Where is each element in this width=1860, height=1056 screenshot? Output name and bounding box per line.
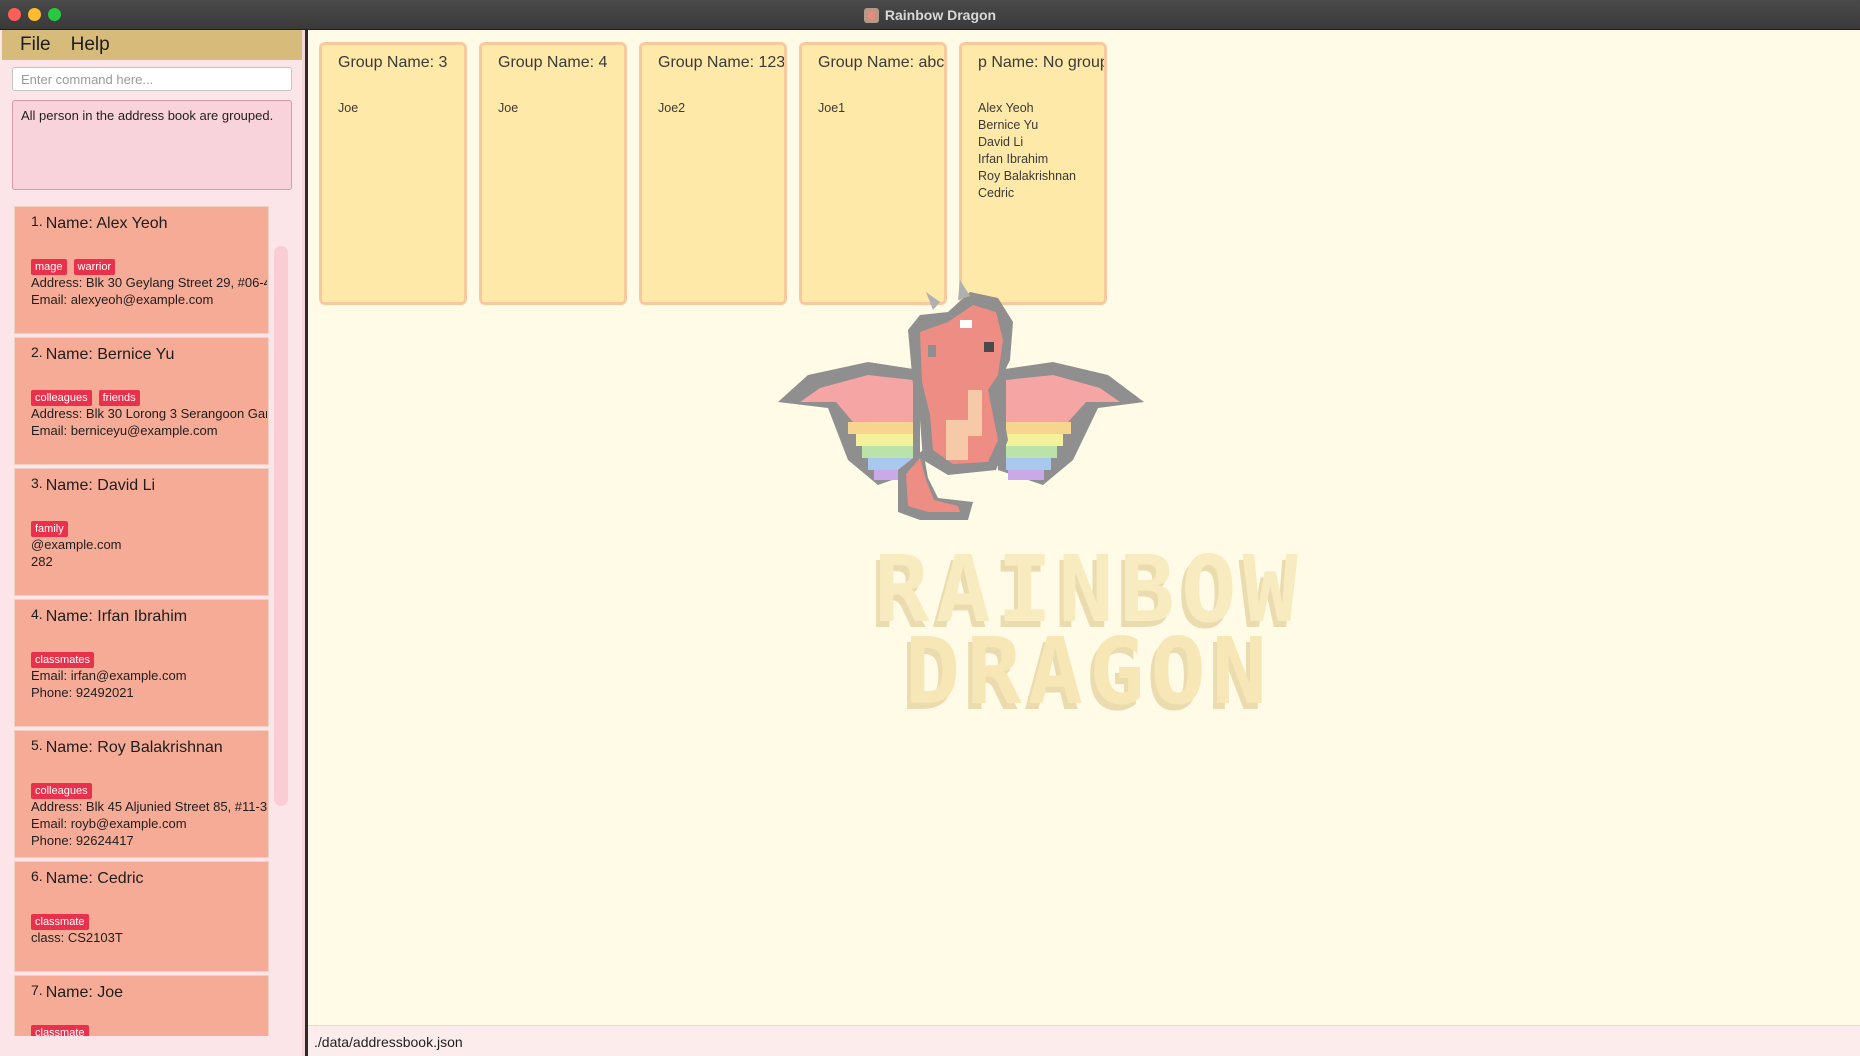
person-tags: mage warrior: [31, 259, 116, 275]
person-card[interactable]: 1. Name: Alex Yeoh mage warrior Address: Blk…: [14, 206, 269, 334]
person-card[interactable]: 7. Name: Joe classmate: [14, 975, 269, 1036]
person-index: 1.: [31, 213, 43, 229]
person-name: 4. Name: Irfan Ibrahim: [31, 606, 188, 626]
result-message: All person in the address book are group…: [21, 108, 274, 123]
person-name-text: Name: Joe: [45, 984, 124, 1001]
menu-file[interactable]: File: [20, 34, 51, 56]
person-tags: colleagues friends: [31, 390, 140, 406]
person-name-text: Name: Irfan Ibrahim: [45, 608, 188, 625]
menu-help[interactable]: Help: [71, 34, 110, 56]
person-detail: 282: [31, 554, 53, 569]
menu-bar: File Help: [2, 30, 302, 60]
person-list-scrollbar[interactable]: [274, 246, 288, 806]
app-icon: [863, 7, 879, 23]
right-wing-icon: [998, 362, 1144, 485]
person-detail: Address: Blk 30 Lorong 3 Serangoon Garde…: [31, 406, 267, 421]
save-location: ./data/addressbook.json: [314, 1034, 463, 1050]
result-display: All person in the address book are group…: [12, 100, 292, 190]
tag-badge: classmates: [31, 652, 95, 668]
person-tags: classmate: [31, 1025, 89, 1036]
rainbow-dragon-logo: RAINBOW RAINBOW DRAGON DRAGON: [778, 280, 1298, 731]
person-name: 1. Name: Alex Yeoh: [31, 213, 168, 233]
person-detail: Email: irfan@example.com: [31, 668, 187, 683]
person-detail: Phone: 92492021: [31, 685, 134, 700]
person-index: 7.: [31, 982, 43, 998]
person-name-text: Name: Alex Yeoh: [45, 215, 168, 232]
person-name-text: Name: David Li: [45, 477, 156, 494]
window-title: Rainbow Dragon: [884, 7, 997, 23]
person-detail: Address: Blk 30 Geylang Street 29, #06-4…: [31, 275, 267, 290]
person-card[interactable]: 5. Name: Roy Balakrishnan colleagues Addres…: [14, 730, 269, 858]
person-detail: Email: berniceyu@example.com: [31, 423, 218, 438]
status-bar: ./data/addressbook.json: [308, 1025, 1860, 1056]
person-name: 6. Name: Cedric: [31, 868, 144, 888]
person-index: 2.: [31, 344, 43, 360]
person-detail: Address: Blk 45 Aljunied Street 85, #11-…: [31, 799, 267, 814]
person-tags: family: [31, 521, 68, 537]
person-name-text: Name: Bernice Yu: [45, 346, 175, 363]
person-card[interactable]: 4. Name: Irfan Ibrahim classmates Email: ir…: [14, 599, 269, 727]
left-wing-icon: [778, 362, 920, 485]
person-index: 4.: [31, 606, 43, 622]
person-detail: Email: royb@example.com: [31, 816, 187, 831]
person-tags: colleagues: [31, 783, 92, 799]
tag-badge: warrior: [73, 259, 116, 275]
tag-badge: classmate: [31, 1025, 89, 1036]
tag-badge: friends: [98, 390, 140, 406]
person-name: 3. Name: David Li: [31, 475, 156, 495]
command-input[interactable]: [12, 67, 292, 91]
title-bar: Rainbow Dragon: [0, 0, 1860, 30]
window-title-wrap: Rainbow Dragon: [0, 0, 1860, 30]
person-list[interactable]: 1. Name: Alex Yeoh mage warrior Address: Blk…: [12, 206, 292, 1036]
person-tags: classmates: [31, 652, 95, 668]
main-panel: Group Name: 3 Joe Group Name: 4 Joe Group Na…: [308, 30, 1860, 1025]
person-index: 6.: [31, 868, 43, 884]
person-card[interactable]: 2. Name: Bernice Yu colleagues friends Addre…: [14, 337, 269, 465]
person-index: 3.: [31, 475, 43, 491]
person-detail: Email: alexyeoh@example.com: [31, 292, 214, 307]
sidebar: File Help All person in the address book…: [0, 30, 305, 1056]
tag-badge: colleagues: [31, 390, 92, 406]
person-tags: classmate: [31, 914, 89, 930]
person-name-text: Name: Roy Balakrishnan: [45, 739, 223, 756]
tag-badge: colleagues: [31, 783, 92, 799]
person-detail: class: CS2103T: [31, 930, 123, 945]
logo-text-line2-shade: DRAGON: [905, 618, 1273, 725]
person-card[interactable]: 3. Name: David Li family @example.com 282: [14, 468, 269, 596]
person-name: 7. Name: Joe: [31, 982, 124, 1002]
person-name: 2. Name: Bernice Yu: [31, 344, 175, 364]
tag-badge: classmate: [31, 914, 89, 930]
person-name: 5. Name: Roy Balakrishnan: [31, 737, 223, 757]
person-detail: @example.com: [31, 537, 122, 552]
person-detail: Phone: 92624417: [31, 833, 134, 848]
tag-badge: family: [31, 521, 68, 537]
tag-badge: mage: [31, 259, 67, 275]
person-name-text: Name: Cedric: [45, 870, 144, 887]
person-card[interactable]: 6. Name: Cedric classmate class: CS2103T: [14, 861, 269, 972]
person-index: 5.: [31, 737, 43, 753]
